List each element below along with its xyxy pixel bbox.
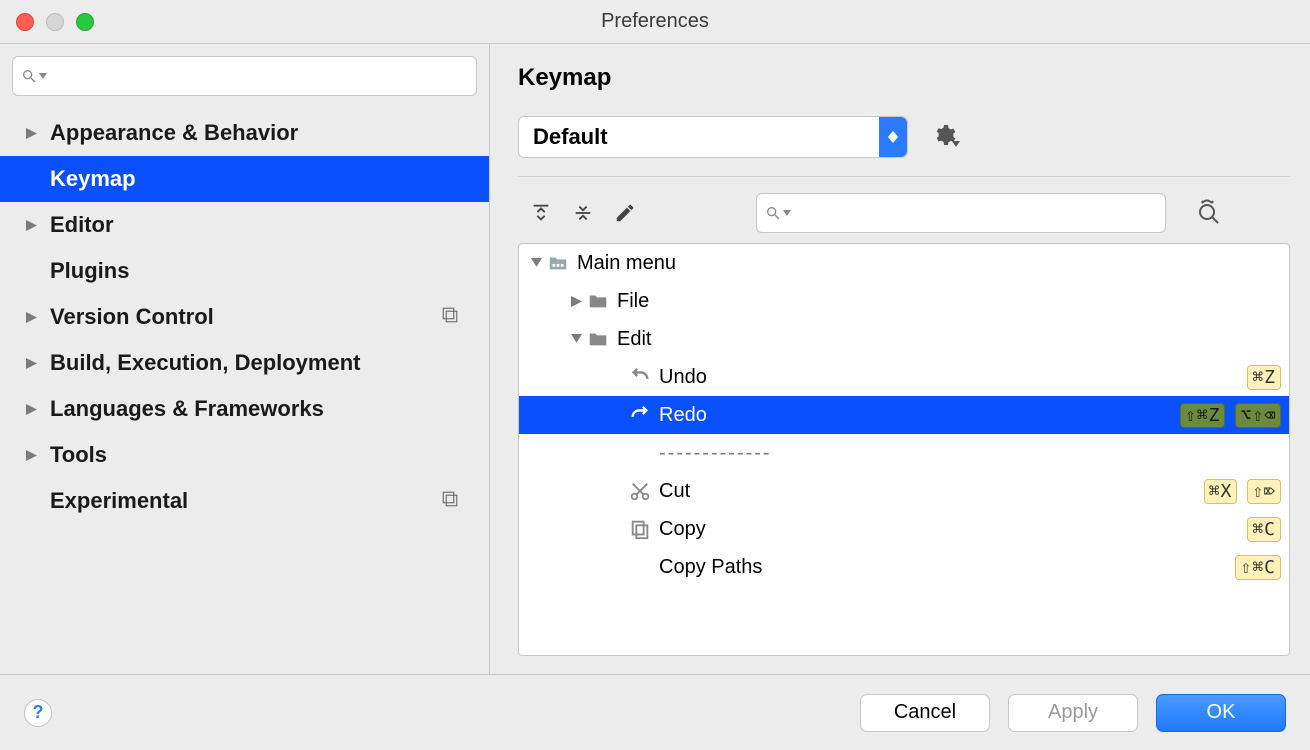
sidebar-item-plugins[interactable]: Plugins — [0, 248, 489, 294]
sidebar-item-build[interactable]: Build, Execution, Deployment — [0, 340, 489, 386]
separator-label: ------------- — [659, 442, 1281, 465]
select-stepper-icon — [879, 117, 907, 157]
sidebar-item-label: Editor — [50, 212, 114, 238]
apply-button: Apply — [1008, 694, 1138, 732]
expand-arrow-icon — [22, 220, 40, 231]
sidebar-item-experimental[interactable]: Experimental — [0, 478, 489, 524]
tree-node-file[interactable]: File — [519, 282, 1289, 320]
dialog-footer: ? Cancel Apply OK — [0, 674, 1310, 750]
expand-arrow-icon — [22, 358, 40, 369]
tree-node-edit[interactable]: Edit — [519, 320, 1289, 358]
cancel-button[interactable]: Cancel — [860, 694, 990, 732]
settings-search[interactable] — [12, 56, 477, 96]
action-search[interactable] — [756, 193, 1166, 233]
tree-action-undo[interactable]: Undo ⌘Z — [519, 358, 1289, 396]
shortcut-badge: ⌥⇧⌫ — [1235, 403, 1281, 428]
collapse-arrow-icon — [525, 258, 547, 269]
settings-main: Keymap Default — [490, 44, 1310, 674]
ok-button[interactable]: OK — [1156, 694, 1286, 732]
sidebar-item-label: Tools — [50, 442, 107, 468]
tree-separator: ------------- — [519, 434, 1289, 472]
tree-node-label: File — [617, 290, 1281, 313]
collapse-all-button[interactable] — [572, 202, 594, 224]
keymap-tree: Main menu File Edit Undo — [518, 243, 1290, 656]
titlebar: Preferences — [0, 0, 1310, 44]
expand-arrow-icon — [22, 450, 40, 461]
tree-action-label: Redo — [659, 404, 1180, 427]
find-by-shortcut-button[interactable] — [1196, 198, 1222, 229]
action-search-input[interactable] — [799, 204, 1157, 222]
expand-arrow-icon — [565, 296, 587, 307]
collapse-arrow-icon — [565, 334, 587, 345]
sidebar-item-label: Plugins — [50, 258, 129, 284]
help-button[interactable]: ? — [24, 699, 52, 727]
sidebar-item-label: Experimental — [50, 488, 188, 514]
minimize-window-button — [46, 13, 64, 31]
divider — [518, 176, 1290, 177]
search-options-chevron-icon — [783, 208, 791, 219]
search-icon — [765, 205, 781, 221]
shortcut-badge: ⌘X — [1204, 479, 1238, 504]
edit-shortcut-button[interactable] — [614, 202, 636, 224]
settings-search-input[interactable] — [55, 67, 468, 85]
sidebar-item-editor[interactable]: Editor — [0, 202, 489, 248]
tree-action-copy-paths[interactable]: Copy Paths ⇧⌘C — [519, 548, 1289, 586]
shortcut-badge: ⇧⌘Z — [1180, 403, 1226, 428]
scheme-actions-button[interactable] — [932, 123, 956, 152]
menu-folder-icon — [547, 252, 569, 274]
keymap-scheme-select[interactable]: Default — [518, 116, 908, 158]
undo-icon — [629, 366, 651, 388]
shortcut-badge: ⌘C — [1247, 517, 1281, 542]
shortcut-badge: ⇧⌦ — [1247, 479, 1281, 504]
tree-action-label: Copy Paths — [659, 556, 1235, 579]
zoom-window-button[interactable] — [76, 13, 94, 31]
window-title: Preferences — [601, 10, 709, 33]
copy-icon — [629, 518, 651, 540]
settings-sidebar: Appearance & Behavior Keymap Editor Plug… — [0, 44, 490, 674]
tree-action-label: Undo — [659, 366, 1247, 389]
selected-scheme-label: Default — [533, 124, 608, 150]
redo-icon — [629, 404, 651, 426]
expand-all-button[interactable] — [530, 202, 552, 224]
sidebar-item-label: Appearance & Behavior — [50, 120, 298, 146]
expand-arrow-icon — [22, 404, 40, 415]
sidebar-item-label: Languages & Frameworks — [50, 396, 324, 422]
sidebar-item-label: Build, Execution, Deployment — [50, 350, 360, 376]
search-icon — [21, 68, 37, 84]
tree-node-label: Edit — [617, 328, 1281, 351]
shortcut-badge: ⌘Z — [1247, 365, 1281, 390]
tree-action-copy[interactable]: Copy ⌘C — [519, 510, 1289, 548]
sidebar-item-tools[interactable]: Tools — [0, 432, 489, 478]
tree-node-main-menu[interactable]: Main menu — [519, 244, 1289, 282]
expand-arrow-icon — [22, 128, 40, 139]
tree-node-label: Main menu — [577, 252, 1281, 275]
folder-icon — [587, 290, 609, 312]
tree-action-cut[interactable]: Cut ⌘X ⇧⌦ — [519, 472, 1289, 510]
sidebar-item-label: Version Control — [50, 304, 214, 330]
sidebar-item-languages[interactable]: Languages & Frameworks — [0, 386, 489, 432]
search-options-chevron-icon — [39, 71, 47, 82]
project-settings-icon — [441, 304, 459, 330]
sidebar-item-keymap[interactable]: Keymap — [0, 156, 489, 202]
sidebar-item-appearance[interactable]: Appearance & Behavior — [0, 110, 489, 156]
sidebar-item-label: Keymap — [50, 166, 136, 192]
folder-icon — [587, 328, 609, 350]
page-title: Keymap — [518, 64, 1290, 92]
cut-icon — [629, 480, 651, 502]
tree-action-redo[interactable]: Redo ⇧⌘Z ⌥⇧⌫ — [519, 396, 1289, 434]
shortcut-badge: ⇧⌘C — [1235, 555, 1281, 580]
expand-arrow-icon — [22, 312, 40, 323]
tree-action-label: Cut — [659, 480, 1204, 503]
sidebar-item-version-control[interactable]: Version Control — [0, 294, 489, 340]
close-window-button[interactable] — [16, 13, 34, 31]
project-settings-icon — [441, 488, 459, 514]
tree-action-label: Copy — [659, 518, 1247, 541]
